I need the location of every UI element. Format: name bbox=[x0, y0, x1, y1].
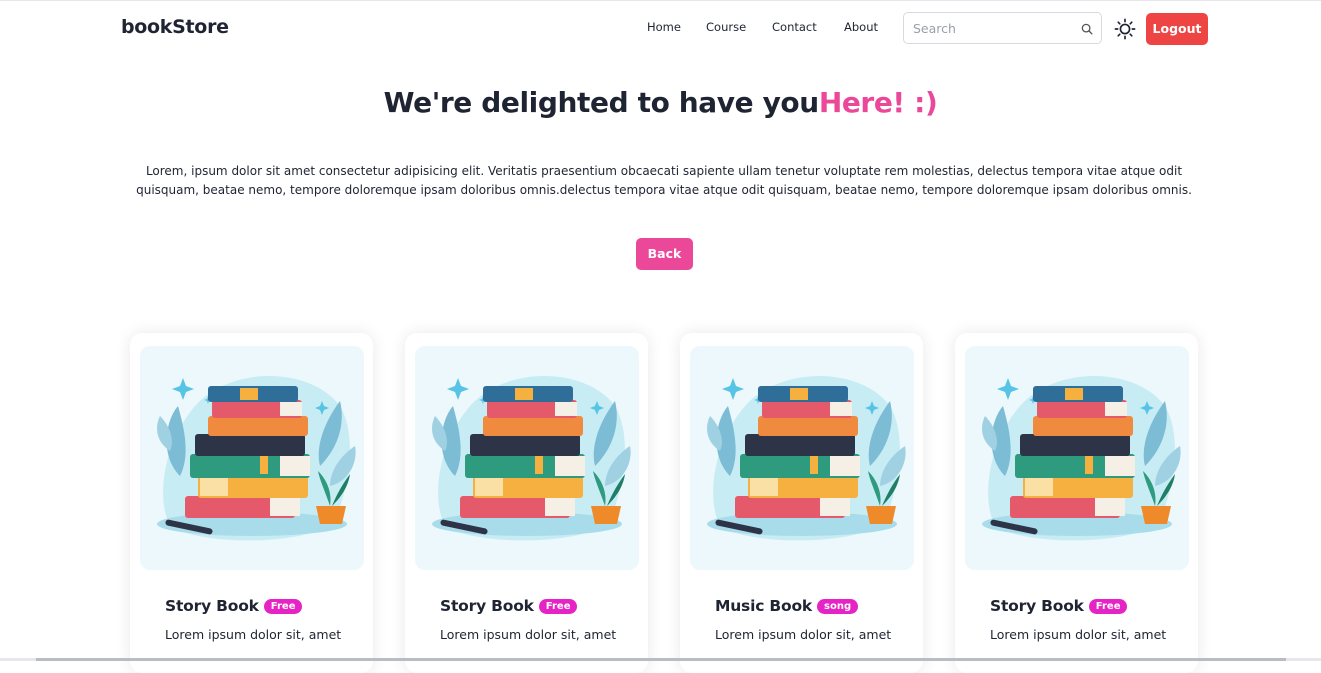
search-box bbox=[903, 12, 1102, 44]
nav-home[interactable]: Home bbox=[647, 20, 681, 34]
card-title: Story Book Free bbox=[440, 597, 578, 615]
nav-course[interactable]: Course bbox=[706, 20, 746, 34]
navbar: bookStore Home Course Contact About Logo… bbox=[0, 1, 1321, 56]
page-title: We're delighted to have youHere! :) bbox=[0, 86, 1321, 119]
card-title-text: Music Book bbox=[715, 597, 813, 615]
card-title-text: Story Book bbox=[165, 597, 259, 615]
card-badge: Free bbox=[538, 599, 578, 614]
card-description: Lorem ipsum dolor sit, amet bbox=[440, 627, 617, 642]
book-card[interactable]: Story Book Free Lorem ipsum dolor sit, am… bbox=[405, 333, 648, 673]
search-icon[interactable] bbox=[1080, 22, 1094, 36]
card-title: Story Book Free bbox=[165, 597, 303, 615]
logout-button[interactable]: Logout bbox=[1146, 13, 1208, 45]
headline-main: We're delighted to have you bbox=[383, 86, 820, 119]
sun-icon[interactable] bbox=[1114, 18, 1136, 40]
nav-contact[interactable]: Contact bbox=[772, 20, 817, 34]
book-card[interactable]: Story Book Free Lorem ipsum dolor sit, am… bbox=[130, 333, 373, 673]
card-badge: Free bbox=[1088, 599, 1128, 614]
card-title: Music Book song bbox=[715, 597, 859, 615]
book-card[interactable]: Story Book Free Lorem ipsum dolor sit, am… bbox=[955, 333, 1198, 673]
nav-about[interactable]: About bbox=[844, 20, 878, 34]
headline-accent: Here! :) bbox=[818, 86, 938, 119]
book-stack-illustration bbox=[707, 376, 906, 541]
card-description: Lorem ipsum dolor sit, amet bbox=[165, 627, 342, 642]
card-image bbox=[140, 346, 364, 570]
card-image bbox=[690, 346, 914, 570]
card-description: Lorem ipsum dolor sit, amet bbox=[990, 627, 1167, 642]
card-badge: Free bbox=[263, 599, 303, 614]
book-stack-illustration bbox=[432, 376, 631, 541]
search-input[interactable] bbox=[913, 19, 1073, 37]
book-stack-illustration bbox=[982, 376, 1181, 541]
card-image bbox=[965, 346, 1189, 570]
book-card[interactable]: Music Book song Lorem ipsum dolor sit, am… bbox=[680, 333, 923, 673]
intro-paragraph: Lorem, ipsum dolor sit amet consectetur … bbox=[136, 164, 1192, 197]
card-description: Lorem ipsum dolor sit, amet bbox=[715, 627, 892, 642]
card-title: Story Book Free bbox=[990, 597, 1128, 615]
brand-logo[interactable]: bookStore bbox=[121, 16, 229, 38]
card-image bbox=[415, 346, 639, 570]
back-button[interactable]: Back bbox=[636, 238, 693, 270]
card-title-text: Story Book bbox=[440, 597, 534, 615]
card-title-text: Story Book bbox=[990, 597, 1084, 615]
book-stack-illustration bbox=[157, 376, 356, 541]
card-badge: song bbox=[817, 599, 859, 614]
